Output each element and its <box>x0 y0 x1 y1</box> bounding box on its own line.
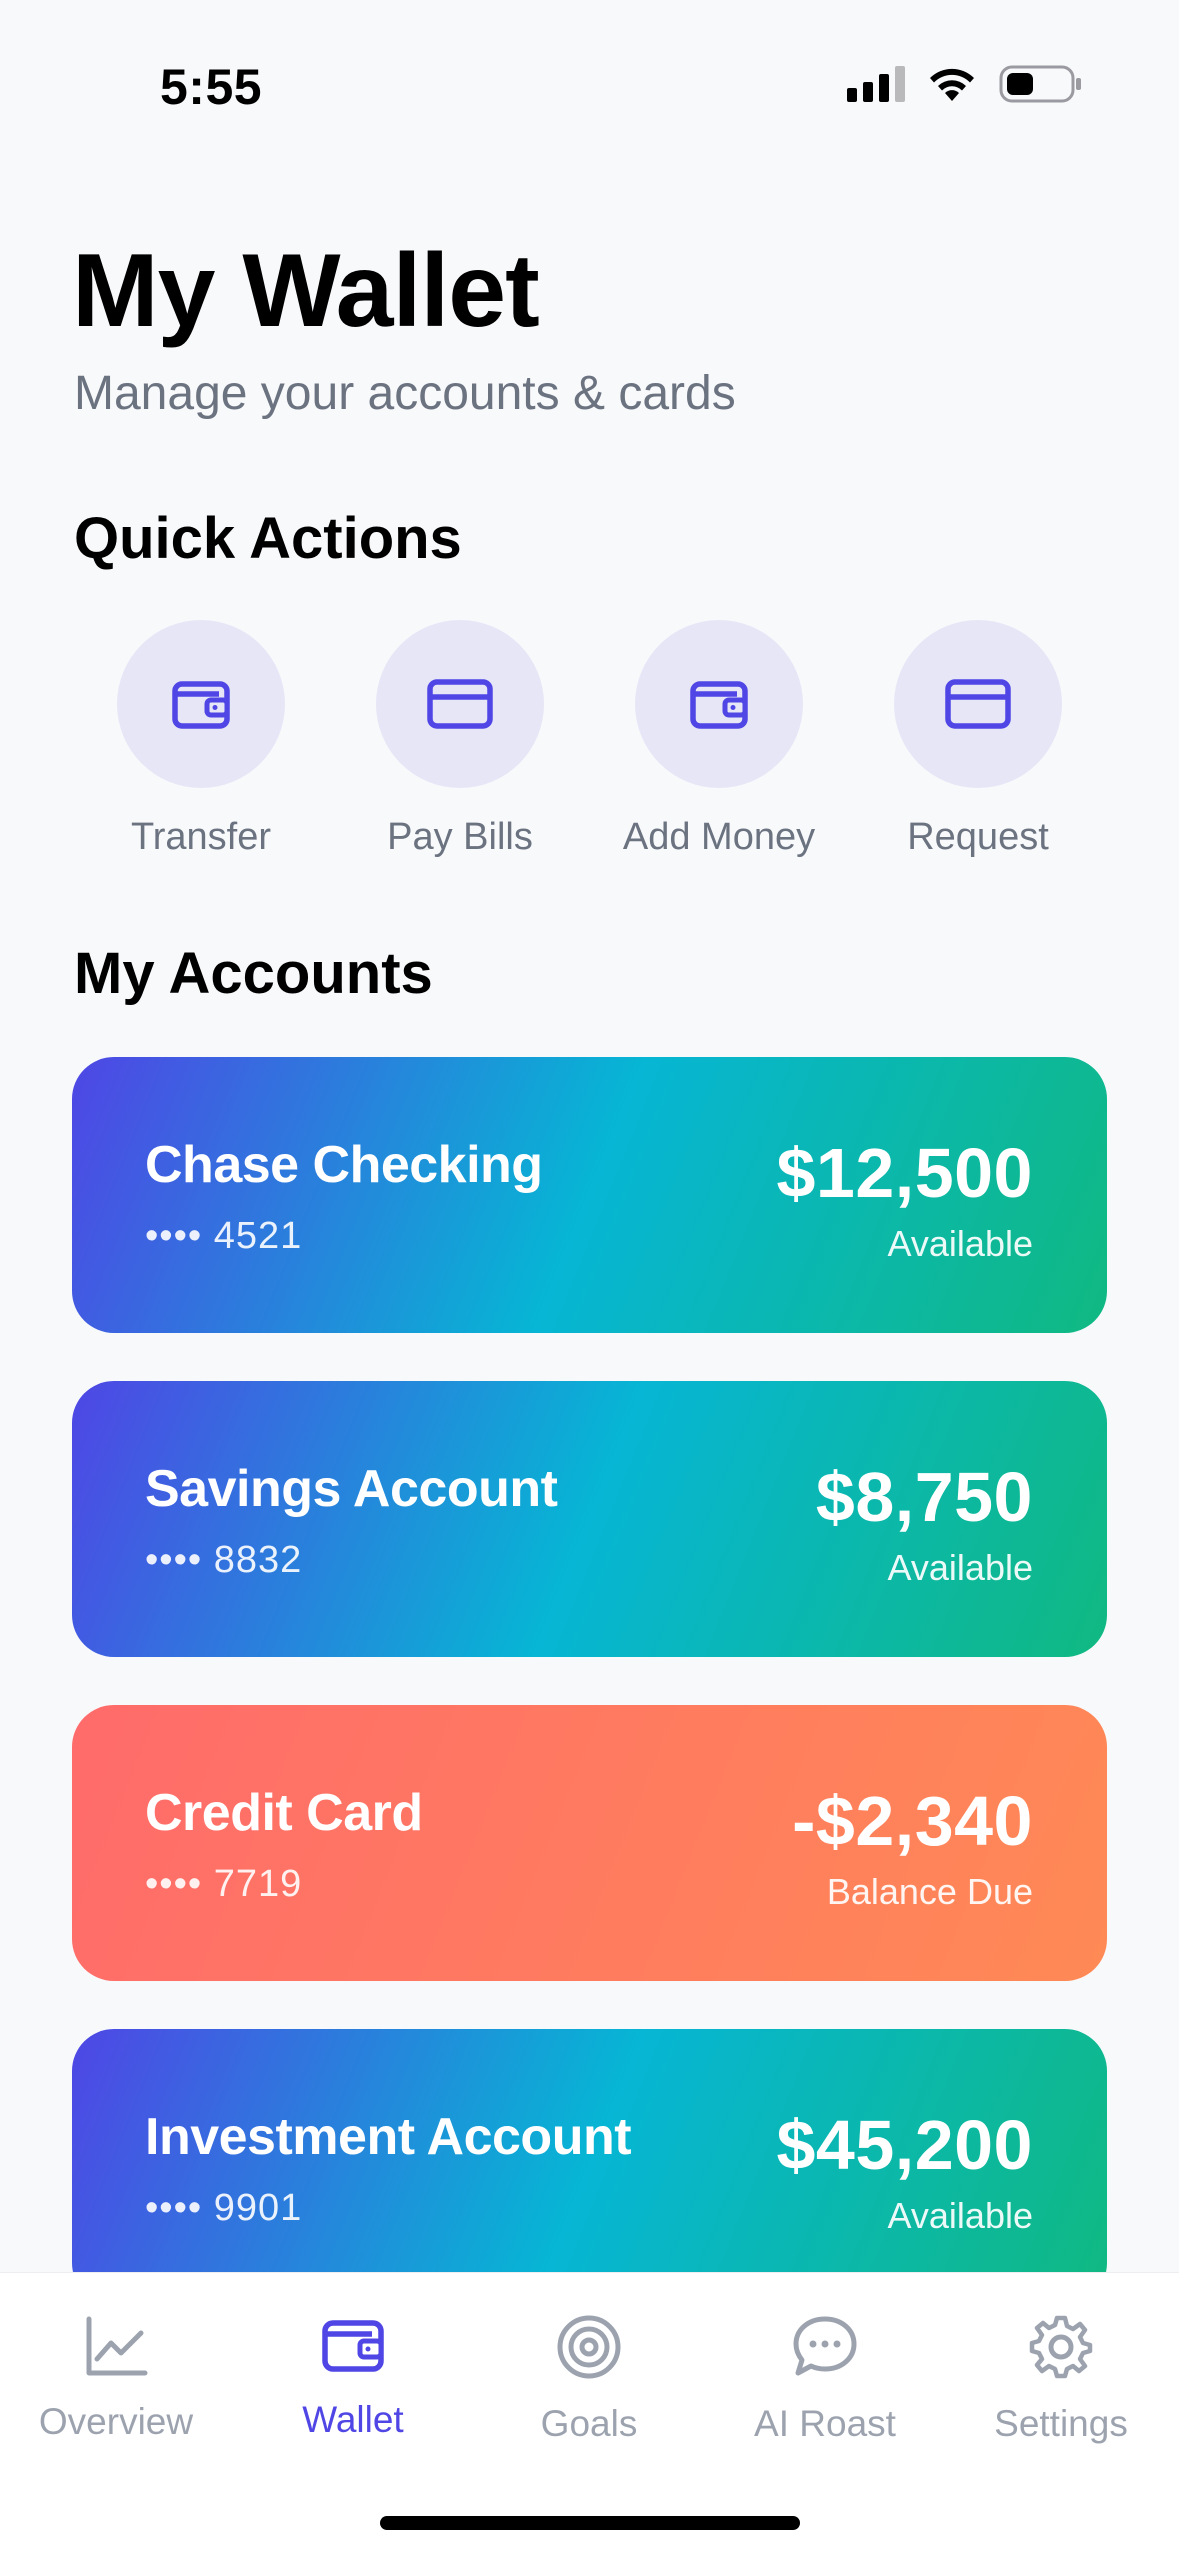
request-action[interactable]: Request <box>848 620 1108 859</box>
account-card-savings[interactable]: Savings Account •••• 8832 $8,750 Availab… <box>72 1381 1107 1657</box>
pay-bills-action[interactable]: Pay Bills <box>330 620 590 859</box>
tab-label: Wallet <box>302 2399 404 2440</box>
cellular-signal-icon <box>847 66 905 102</box>
request-label: Request <box>907 816 1049 858</box>
pay-bills-label: Pay Bills <box>387 816 533 858</box>
tab-label: Goals <box>540 2403 638 2444</box>
account-balance-label: Balance Due <box>826 1871 1033 1912</box>
add-money-action[interactable]: Add Money <box>589 620 849 859</box>
transfer-action[interactable]: Transfer <box>71 620 331 859</box>
account-card-chase-checking[interactable]: Chase Checking •••• 4521 $12,500 Availab… <box>72 1057 1107 1333</box>
account-number: •••• 9901 <box>145 2187 303 2229</box>
account-balance: $8,750 <box>815 1458 1033 1536</box>
account-number: •••• 8832 <box>145 1539 303 1581</box>
chat-bubble-icon <box>793 2316 857 2376</box>
pay-bills-action-circle[interactable] <box>376 620 544 788</box>
tab-goals[interactable]: Goals <box>479 2313 699 2445</box>
tab-label: AI Roast <box>754 2403 896 2444</box>
wallet-icon <box>172 681 230 729</box>
chart-line-icon <box>86 2316 148 2376</box>
wifi-icon <box>930 68 974 101</box>
quick-actions-title: Quick Actions <box>74 506 462 571</box>
target-icon <box>557 2315 621 2379</box>
account-name: Credit Card <box>145 1784 423 1842</box>
tab-bar: Overview Wallet Goals AI Roast Settings <box>0 2272 1179 2556</box>
credit-card-icon <box>945 679 1011 729</box>
add-money-action-circle[interactable] <box>635 620 803 788</box>
tab-overview[interactable]: Overview <box>6 2313 226 2443</box>
wallet-screen: 5:55 My Wallet Manage your accounts & ca… <box>0 0 1179 2556</box>
tab-label: Overview <box>38 2401 194 2442</box>
status-time: 5:55 <box>160 59 263 115</box>
status-icons <box>847 64 1083 104</box>
wallet-icon <box>690 681 748 729</box>
account-name: Chase Checking <box>145 1136 543 1194</box>
transfer-label: Transfer <box>130 816 272 858</box>
account-name: Savings Account <box>145 1460 558 1518</box>
account-balance-label: Available <box>887 1223 1033 1264</box>
wallet-icon <box>322 2320 384 2372</box>
account-balance-label: Available <box>887 1547 1033 1588</box>
account-card-investment[interactable]: Investment Account •••• 9901 $45,200 Ava… <box>72 2029 1107 2305</box>
page-subtitle: Manage your accounts & cards <box>74 367 736 420</box>
account-balance: $45,200 <box>776 2106 1033 2184</box>
account-number: •••• 7719 <box>145 1863 303 1905</box>
tab-wallet[interactable]: Wallet <box>243 2313 463 2441</box>
transfer-action-circle[interactable] <box>117 620 285 788</box>
account-card-credit-card[interactable]: Credit Card •••• 7719 -$2,340 Balance Du… <box>72 1705 1107 1981</box>
tab-label: Settings <box>994 2403 1128 2444</box>
home-indicator[interactable] <box>380 2516 800 2530</box>
battery-icon <box>999 65 1081 103</box>
gear-icon <box>1029 2315 1093 2379</box>
account-name: Investment Account <box>145 2108 632 2166</box>
page-title: My Wallet <box>72 233 540 349</box>
account-balance-label: Available <box>887 2195 1033 2236</box>
account-balance: $12,500 <box>776 1134 1033 1212</box>
add-money-label: Add Money <box>622 816 816 858</box>
tab-settings[interactable]: Settings <box>951 2313 1171 2445</box>
credit-card-icon <box>427 679 493 729</box>
account-balance: -$2,340 <box>792 1782 1033 1860</box>
request-action-circle[interactable] <box>894 620 1062 788</box>
tab-ai-roast[interactable]: AI Roast <box>715 2313 935 2445</box>
account-number: •••• 4521 <box>145 1215 303 1257</box>
my-accounts-title: My Accounts <box>74 941 433 1006</box>
